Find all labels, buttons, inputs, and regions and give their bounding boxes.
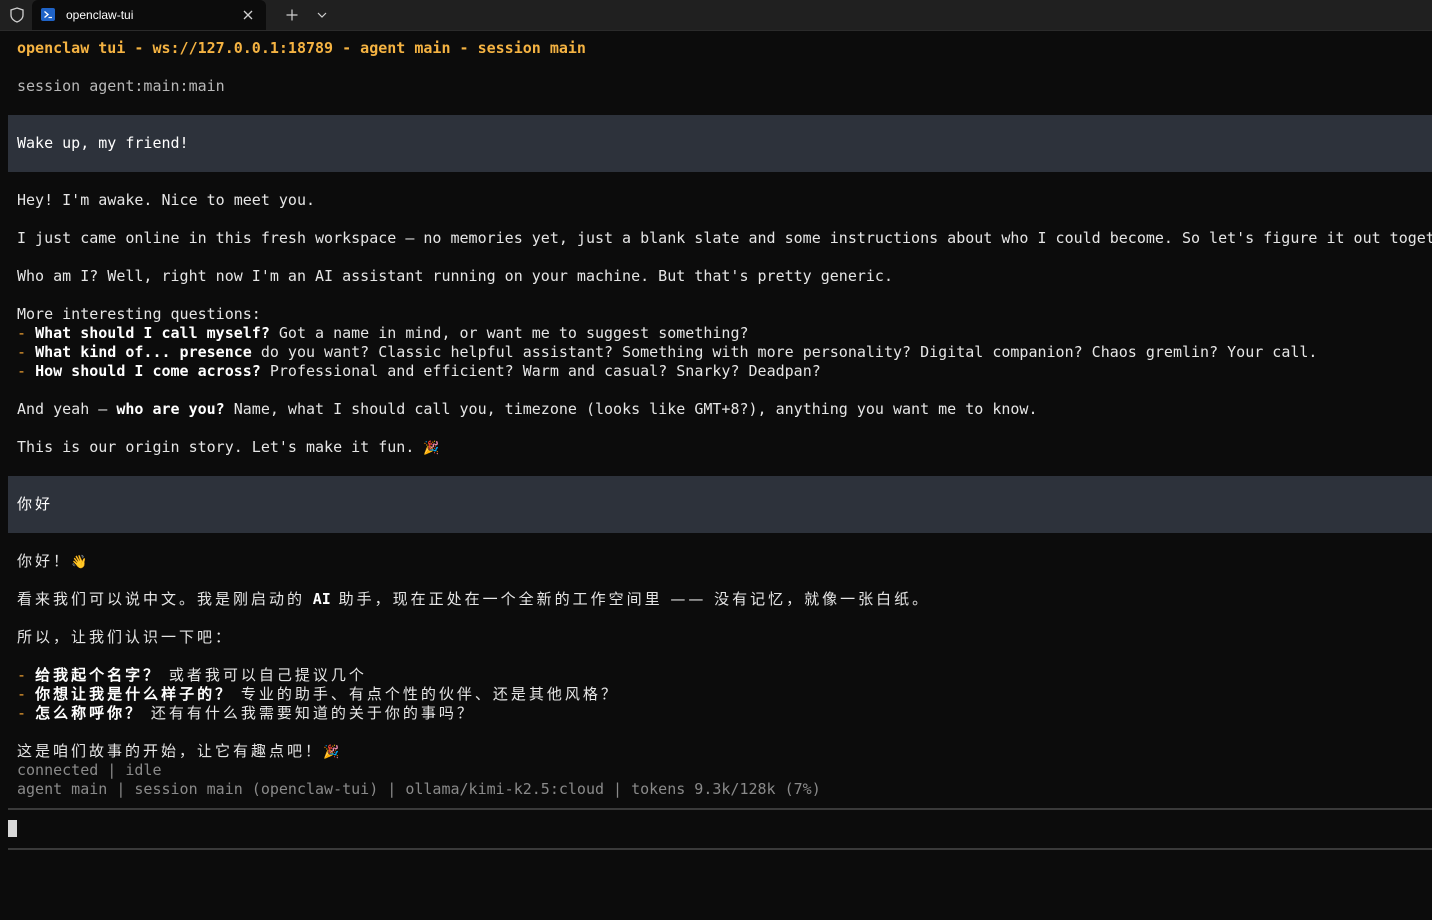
powershell-icon	[41, 8, 55, 21]
connection-header: openclaw tui - ws://127.0.0.1:18789 - ag…	[17, 39, 586, 57]
text-cursor	[8, 820, 17, 837]
greeting-text: 你好！	[17, 552, 72, 570]
status-footer: agent main | session main (openclaw-tui)…	[17, 780, 821, 798]
terminal-output[interactable]: openclaw tui - ws://127.0.0.1:18789 - ag…	[0, 31, 1432, 920]
reply-greeting: 你好！👋	[17, 552, 90, 571]
shield-icon[interactable]	[8, 6, 26, 24]
bullet-dash: -	[17, 362, 36, 380]
close-icon[interactable]	[240, 7, 256, 23]
bullet-text: 还有有什么我需要知道的关于你的事吗？	[143, 704, 475, 722]
reply-questions-heading: More interesting questions:	[17, 305, 261, 323]
and-yeah-post: Name, what I should call you, timezone (…	[224, 400, 1038, 418]
reply-origin: This is our origin story. Let's make it …	[17, 438, 440, 457]
bullet-dash: -	[17, 685, 36, 703]
bullet-text: 专业的助手、有点个性的伙伴、还是其他风格？	[233, 685, 619, 703]
bullet-dash: -	[17, 666, 36, 684]
bullet-dash: -	[17, 343, 36, 361]
reply-who: Who am I? Well, right now I'm an AI assi…	[17, 267, 893, 285]
bullet-text: do you want? Classic helpful assistant? …	[251, 343, 1318, 361]
bullet-bold: What should I call myself?	[35, 324, 270, 342]
list-item: - How should I come across? Professional…	[17, 362, 821, 381]
reply-line: 看来我们可以说中文。我是刚启动的 AI 助手，现在正处在一个全新的工作空间里 —…	[17, 590, 930, 609]
connection-status: connected | idle	[17, 761, 162, 779]
line-text: 助手，现在正处在一个全新的工作空间里 —— 没有记忆，就像一张白纸。	[330, 590, 931, 608]
bullet-dash: -	[17, 704, 36, 722]
user-message-text: 你好	[17, 495, 54, 513]
party-popper-icon: 🎉	[423, 441, 440, 456]
tab-title: openclaw-tui	[66, 8, 134, 22]
reply-line: 所以，让我们认识一下吧：	[17, 628, 234, 646]
closing-text: 这是咱们故事的开始，让它有趣点吧！	[17, 742, 324, 760]
session-line: session agent:main:main	[17, 77, 225, 95]
reply-intro: I just came online in this fresh workspa…	[17, 229, 1432, 247]
origin-text: This is our origin story. Let's make it …	[17, 438, 424, 456]
plus-icon[interactable]	[282, 5, 302, 25]
bullet-text: Got a name in mind, or want me to sugges…	[269, 324, 749, 342]
and-yeah-pre: And yeah —	[17, 400, 117, 418]
list-item: - 给我起个名字？ 或者我可以自己提议几个	[17, 666, 367, 685]
user-message: Wake up, my friend!	[8, 115, 1432, 172]
waving-hand-icon: 👋	[71, 555, 91, 570]
bullet-bold: What kind of... presence	[35, 343, 252, 361]
title-bar: openclaw-tui	[0, 0, 1432, 31]
user-message: 你好	[8, 476, 1432, 533]
list-item: - What should I call myself? Got a name …	[17, 324, 749, 343]
bullet-text: Professional and efficient? Warm and cas…	[260, 362, 821, 380]
list-item: - 怎么称呼你？ 还有有什么我需要知道的关于你的事吗？	[17, 704, 475, 723]
bullet-text: 或者我可以自己提议几个	[161, 666, 367, 684]
and-yeah-bold: who are you?	[116, 400, 225, 418]
list-item: - 你想让我是什么样子的？ 专业的助手、有点个性的伙伴、还是其他风格？	[17, 685, 619, 704]
bullet-bold: 怎么称呼你？	[35, 704, 144, 722]
bullet-bold: 你想让我是什么样子的？	[35, 685, 234, 703]
bullet-bold: How should I come across?	[35, 362, 261, 380]
party-popper-icon: 🎉	[323, 745, 340, 760]
reply-and-yeah: And yeah — who are you? Name, what I sho…	[17, 400, 1038, 419]
tab-openclaw-tui[interactable]: openclaw-tui	[32, 0, 266, 30]
reply-closing: 这是咱们故事的开始，让它有趣点吧！🎉	[17, 742, 339, 761]
line-text: 看来我们可以说中文。我是刚启动的	[17, 590, 313, 608]
bullet-dash: -	[17, 324, 36, 342]
line-bold: AI	[312, 590, 331, 608]
user-message-text: Wake up, my friend!	[17, 134, 189, 152]
chevron-down-icon[interactable]	[312, 5, 332, 25]
bullet-bold: 给我起个名字？	[35, 666, 162, 684]
reply-greeting: Hey! I'm awake. Nice to meet you.	[17, 191, 316, 209]
list-item: - What kind of... presence do you want? …	[17, 343, 1317, 362]
message-input[interactable]	[8, 808, 1432, 850]
